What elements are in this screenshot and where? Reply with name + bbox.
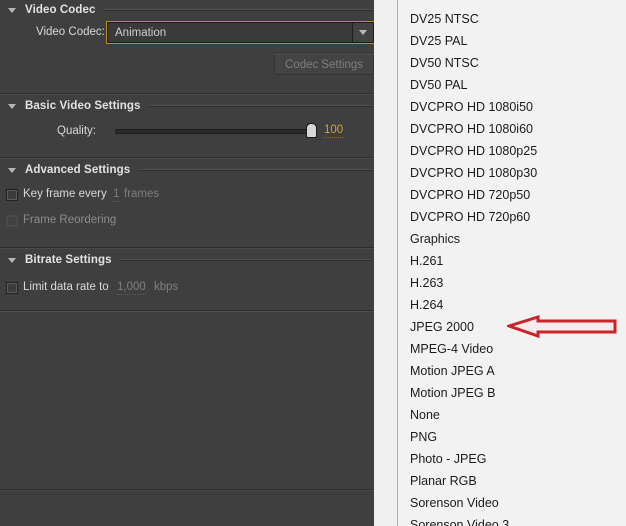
dropdown-item[interactable]: DV50 NTSC <box>398 52 626 74</box>
limit-data-rate-value[interactable]: 1,000 <box>117 281 146 295</box>
section-separator-4 <box>0 310 374 312</box>
dropdown-item[interactable]: DV25 NTSC <box>398 8 626 30</box>
dropdown-item[interactable]: Motion JPEG B <box>398 382 626 404</box>
section-separator-3 <box>0 247 374 249</box>
dropdown-item[interactable]: PNG <box>398 426 626 448</box>
section-divider-rule <box>103 9 372 11</box>
dropdown-item[interactable]: DVCPRO HD 720p50 <box>398 184 626 206</box>
dropdown-item[interactable]: DVCPRO HD 1080p25 <box>398 140 626 162</box>
dropdown-item-label: MPEG-4 Video <box>410 342 494 356</box>
dropdown-item[interactable]: DVCPRO HD 1080i60 <box>398 118 626 140</box>
section-title-video-codec: Video Codec <box>25 4 96 16</box>
video-codec-selected-value: Animation <box>115 26 167 39</box>
dropdown-item-label: DV25 PAL <box>410 34 468 48</box>
dropdown-item[interactable]: H.261 <box>398 250 626 272</box>
disclosure-triangle-icon[interactable] <box>8 257 16 263</box>
dropdown-item-label: H.263 <box>410 276 444 290</box>
key-frame-every-checkbox[interactable] <box>6 189 18 201</box>
dropdown-item-label: DVCPRO HD 720p50 <box>410 188 531 202</box>
dropdown-item-label: Sorenson Video 3 <box>410 518 510 526</box>
dropdown-item-label: Photo - JPEG <box>410 452 487 466</box>
section-divider-rule <box>148 105 372 107</box>
codec-settings-button[interactable]: Codec Settings <box>274 54 374 75</box>
disclosure-triangle-icon[interactable] <box>8 7 16 13</box>
frame-reordering-label: Frame Reordering <box>23 214 117 226</box>
disclosure-triangle-icon[interactable] <box>8 167 16 173</box>
dropdown-item-label: PNG <box>410 430 438 444</box>
dropdown-item-label: DVCPRO HD 1080p25 <box>410 144 538 158</box>
dropdown-item[interactable]: Photo - JPEG <box>398 448 626 470</box>
quality-value[interactable]: 100 <box>324 124 344 138</box>
dropdown-item-label: DVCPRO HD 1080p30 <box>410 166 538 180</box>
dropdown-item[interactable]: None <box>398 404 626 426</box>
section-title-basic-video: Basic Video Settings <box>25 100 141 112</box>
frame-reordering-checkbox[interactable] <box>6 215 18 227</box>
dropdown-item[interactable]: DVCPRO HD 1080i50 <box>398 96 626 118</box>
dropdown-item[interactable]: Sorenson Video <box>398 492 626 514</box>
dropdown-item-label: Motion JPEG A <box>410 364 495 378</box>
codec-dropdown-list[interactable]: DV/NTSC 1080p DV25 NTSC DV25 PAL DV50 NTSC D… <box>397 0 626 526</box>
key-frame-every-label: Key frame every <box>23 188 107 200</box>
dropdown-item-label: DVCPRO HD 1080i60 <box>410 122 533 136</box>
video-codec-label: Video Codec: <box>36 26 105 38</box>
dropdown-item[interactable]: Sorenson Video 3 <box>398 514 626 526</box>
disclosure-triangle-icon[interactable] <box>8 103 16 109</box>
quality-slider-thumb[interactable] <box>306 123 317 138</box>
dropdown-item[interactable]: Motion JPEG A <box>398 360 626 382</box>
section-separator-2 <box>0 157 374 159</box>
dropdown-item-label: H.264 <box>410 298 444 312</box>
dropdown-item-label: H.261 <box>410 254 444 268</box>
video-codec-settings-panel: Video Codec Video Codec: Animation Codec… <box>0 0 374 526</box>
quality-label: Quality: <box>57 125 96 137</box>
section-header-video-codec[interactable]: Video Codec <box>0 0 374 20</box>
dropdown-item[interactable]: DV/NTSC 1080p <box>398 0 626 8</box>
dropdown-item-label: Planar RGB <box>410 474 477 488</box>
dropdown-item[interactable]: Graphics <box>398 228 626 250</box>
key-frame-every-unit: frames <box>124 188 160 200</box>
dropdown-item[interactable]: DVCPRO HD 1080p30 <box>398 162 626 184</box>
dropdown-item[interactable]: DVCPRO HD 720p60 <box>398 206 626 228</box>
section-header-bitrate[interactable]: Bitrate Settings <box>0 250 374 270</box>
dropdown-item-label: DVCPRO HD 1080i50 <box>410 100 533 114</box>
dropdown-item[interactable]: JPEG 2000 <box>398 316 626 338</box>
dropdown-item[interactable]: DV25 PAL <box>398 30 626 52</box>
dropdown-item-label: DVCPRO HD 720p60 <box>410 210 531 224</box>
section-divider-rule <box>119 259 372 261</box>
dropdown-item[interactable]: H.264 <box>398 294 626 316</box>
chevron-down-icon[interactable] <box>353 23 373 42</box>
section-header-advanced[interactable]: Advanced Settings <box>0 160 374 180</box>
panel-gap <box>374 0 397 526</box>
quality-slider-track[interactable] <box>115 129 317 134</box>
dropdown-item-label: DV25 NTSC <box>410 12 479 26</box>
dropdown-item[interactable]: DV50 PAL <box>398 74 626 96</box>
section-title-advanced: Advanced Settings <box>25 164 131 176</box>
dropdown-item-label: DV50 PAL <box>410 78 468 92</box>
dropdown-item[interactable]: Planar RGB <box>398 470 626 492</box>
section-title-bitrate: Bitrate Settings <box>25 254 112 266</box>
dropdown-item-label: Graphics <box>410 232 461 246</box>
limit-data-rate-unit: kbps <box>154 281 179 293</box>
section-header-basic-video[interactable]: Basic Video Settings <box>0 96 374 116</box>
dropdown-item[interactable]: MPEG-4 Video <box>398 338 626 360</box>
panel-bottom-separator <box>0 489 374 491</box>
video-codec-dropdown-button[interactable]: Animation <box>106 21 374 44</box>
dropdown-item-label: DV50 NTSC <box>410 56 479 70</box>
dropdown-item-label: Motion JPEG B <box>410 386 496 400</box>
limit-data-rate-checkbox[interactable] <box>6 282 18 294</box>
dropdown-item[interactable]: H.263 <box>398 272 626 294</box>
key-frame-every-value[interactable]: 1 <box>113 188 120 202</box>
section-separator-1 <box>0 93 374 95</box>
section-divider-rule <box>138 169 372 171</box>
dropdown-item-label: Sorenson Video <box>410 496 499 510</box>
dropdown-item-label: JPEG 2000 <box>410 320 474 334</box>
dropdown-item-label: None <box>410 408 440 422</box>
limit-data-rate-label: Limit data rate to <box>23 281 109 293</box>
